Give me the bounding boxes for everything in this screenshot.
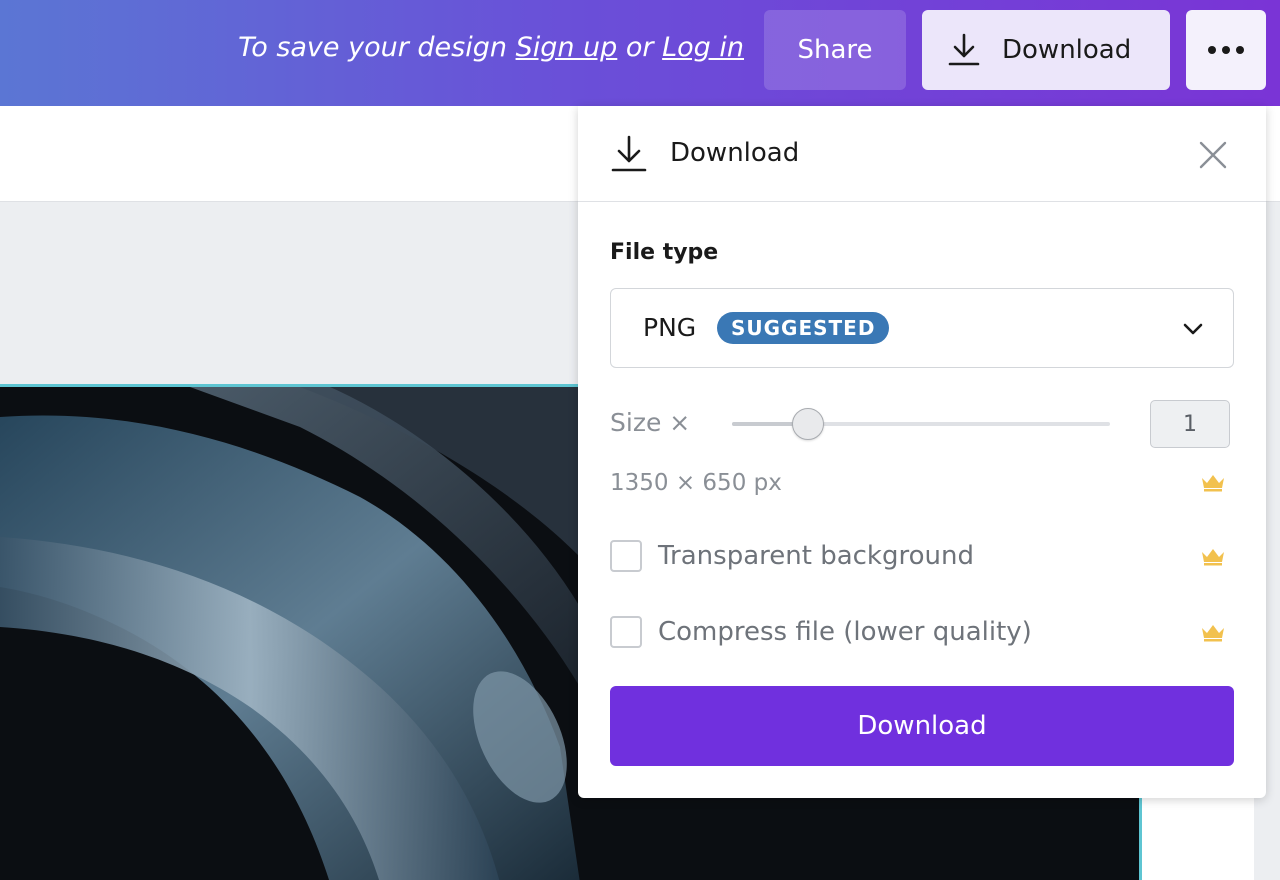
transparent-background-label: Transparent background — [658, 541, 974, 571]
more-options-button[interactable] — [1186, 10, 1266, 90]
download-button-top[interactable]: Download — [922, 10, 1170, 90]
close-icon[interactable] — [1196, 138, 1230, 172]
panel-title: Download — [670, 138, 800, 168]
download-panel: Download File type PNG SUGGESTED Size × … — [578, 106, 1266, 798]
or-text: or — [617, 32, 663, 63]
file-type-value: PNG — [643, 313, 697, 342]
download-top-label: Download — [1002, 35, 1132, 65]
save-design-message: To save your design Sign up or Log in — [238, 32, 744, 63]
download-icon — [611, 135, 647, 172]
panel-header: Download — [578, 106, 1266, 202]
log-in-link[interactable]: Log in — [662, 32, 744, 63]
transparent-background-checkbox[interactable] — [610, 540, 642, 572]
option-transparent-background[interactable]: Transparent background — [610, 536, 974, 576]
download-icon — [948, 33, 980, 66]
size-slider-handle[interactable] — [791, 408, 824, 440]
top-bar: To save your design Sign up or Log in Sh… — [0, 0, 1280, 106]
file-type-label: File type — [610, 240, 719, 265]
download-button[interactable]: Download — [610, 686, 1234, 766]
size-slider-track[interactable] — [732, 422, 1110, 426]
option-compress-file[interactable]: Compress file (lower quality) — [610, 612, 1032, 652]
dimensions-text: 1350 × 650 px — [610, 470, 782, 496]
crown-icon — [1202, 625, 1224, 642]
share-label: Share — [797, 35, 873, 65]
sign-up-link[interactable]: Sign up — [516, 32, 618, 63]
share-button[interactable]: Share — [764, 10, 906, 90]
chevron-down-icon — [1183, 323, 1203, 335]
suggested-badge: SUGGESTED — [717, 312, 890, 344]
save-prefix: To save your design — [238, 32, 516, 63]
compress-file-checkbox[interactable] — [610, 616, 642, 648]
crown-icon — [1202, 549, 1224, 566]
file-type-select[interactable]: PNG SUGGESTED — [610, 288, 1234, 368]
crown-icon — [1202, 475, 1224, 492]
more-horizontal-icon — [1208, 46, 1216, 54]
size-input[interactable]: 1 — [1150, 400, 1230, 448]
size-label: Size × — [610, 408, 691, 437]
compress-file-label: Compress file (lower quality) — [658, 617, 1032, 647]
